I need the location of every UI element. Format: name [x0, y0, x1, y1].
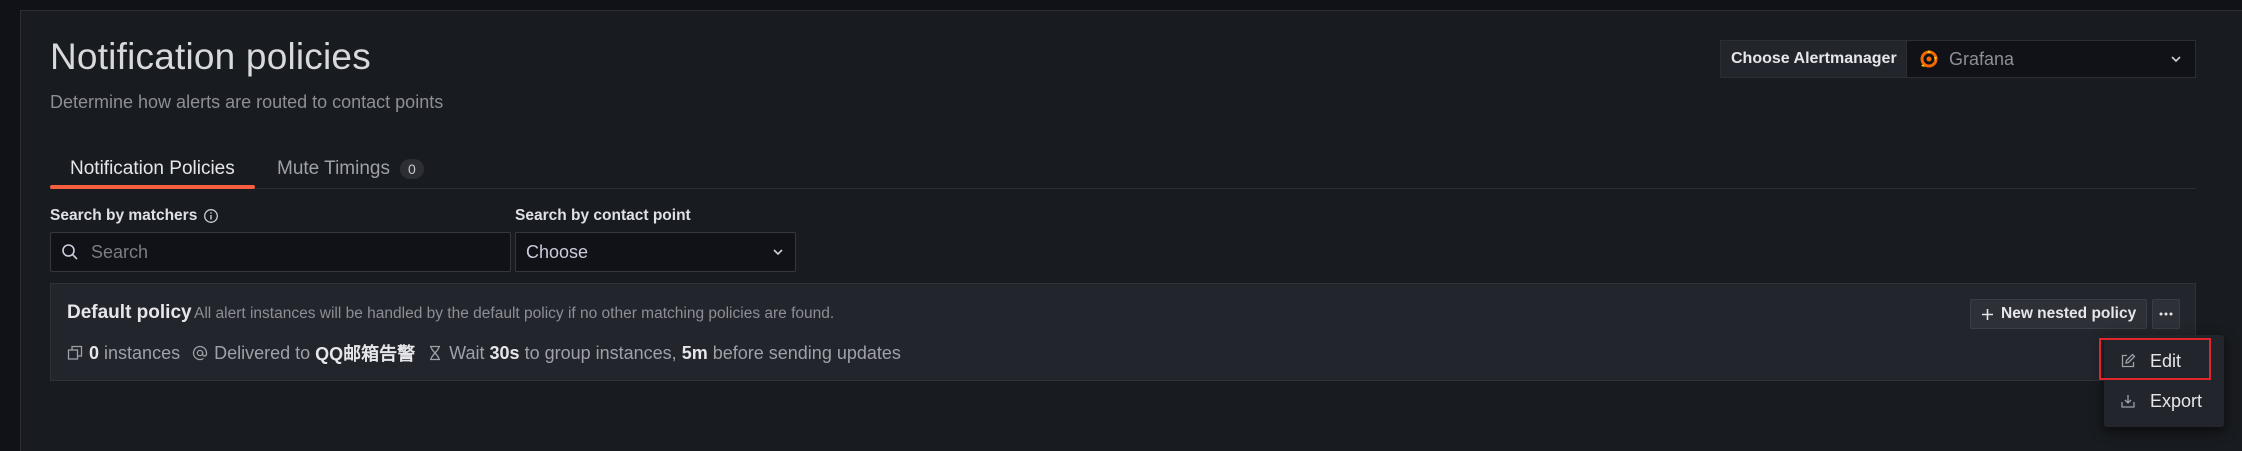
- at-icon: [192, 345, 208, 361]
- instances-label: instances: [104, 342, 181, 363]
- hourglass-icon: [427, 345, 443, 361]
- alertmanager-label: Choose Alertmanager: [1720, 40, 1908, 78]
- default-policy-card: Default policy All alert instances will …: [50, 283, 2196, 381]
- edit-icon: [2120, 353, 2136, 369]
- search-matchers-field[interactable]: [50, 232, 511, 272]
- repeat-interval-text: before sending updates: [712, 342, 901, 363]
- matchers-label: Search by matchers: [50, 207, 219, 225]
- tab-notification-policies[interactable]: Notification Policies: [50, 150, 255, 189]
- tab-mute-timings[interactable]: Mute Timings 0: [277, 150, 424, 188]
- tab-label: Notification Policies: [70, 158, 235, 179]
- instances-count: 0: [89, 342, 100, 363]
- info-icon[interactable]: [203, 208, 219, 224]
- more-actions-menu: Edit Export: [2104, 335, 2224, 427]
- contact-point-select[interactable]: Choose: [515, 232, 796, 272]
- tab-bar: Notification Policies Mute Timings 0: [50, 150, 2196, 189]
- delivered-label: Delivered to: [214, 342, 311, 363]
- policy-description: All alert instances will be handled by t…: [194, 305, 835, 322]
- contact-point-name[interactable]: QQ邮箱告警: [315, 340, 415, 366]
- contact-point-value: Choose: [526, 241, 589, 262]
- new-nested-policy-label: New nested policy: [2001, 305, 2137, 322]
- alertmanager-select[interactable]: Grafana: [1906, 40, 2196, 78]
- search-icon: [61, 243, 79, 261]
- tab-label: Mute Timings: [277, 158, 390, 179]
- menu-item-label: Edit: [2150, 350, 2182, 371]
- menu-item-edit[interactable]: Edit: [2104, 341, 2224, 381]
- policy-meta: 0 instances Delivered to QQ邮箱告警 Wait 30s…: [67, 340, 901, 366]
- repeat-interval-value: 5m: [681, 342, 708, 363]
- download-icon: [2120, 393, 2136, 409]
- group-wait-text: to group instances,: [524, 342, 677, 363]
- page-subtitle: Determine how alerts are routed to conta…: [50, 92, 444, 112]
- menu-item-export[interactable]: Export: [2104, 381, 2224, 421]
- plus-icon: [1981, 308, 1994, 321]
- contact-point-label: Search by contact point: [515, 207, 691, 224]
- search-matchers-input[interactable]: [89, 240, 500, 264]
- more-actions-button[interactable]: [2152, 299, 2180, 329]
- matchers-label-text: Search by matchers: [50, 207, 198, 224]
- menu-item-label: Export: [2150, 390, 2203, 411]
- new-nested-policy-button[interactable]: New nested policy: [1970, 299, 2148, 329]
- chevron-down-icon: [2169, 52, 2183, 66]
- layers-icon: [67, 345, 83, 361]
- chevron-down-icon: [771, 245, 785, 259]
- ellipsis-icon: [2159, 312, 2173, 316]
- grafana-logo-icon: [1919, 49, 1939, 69]
- wait-label: Wait: [449, 342, 485, 363]
- policy-name: Default policy: [67, 302, 192, 323]
- mute-timings-count-badge: 0: [399, 159, 424, 179]
- alertmanager-selected-value: Grafana: [1949, 48, 2015, 69]
- group-wait-value: 30s: [489, 342, 520, 363]
- page-title: Notification policies: [50, 36, 371, 77]
